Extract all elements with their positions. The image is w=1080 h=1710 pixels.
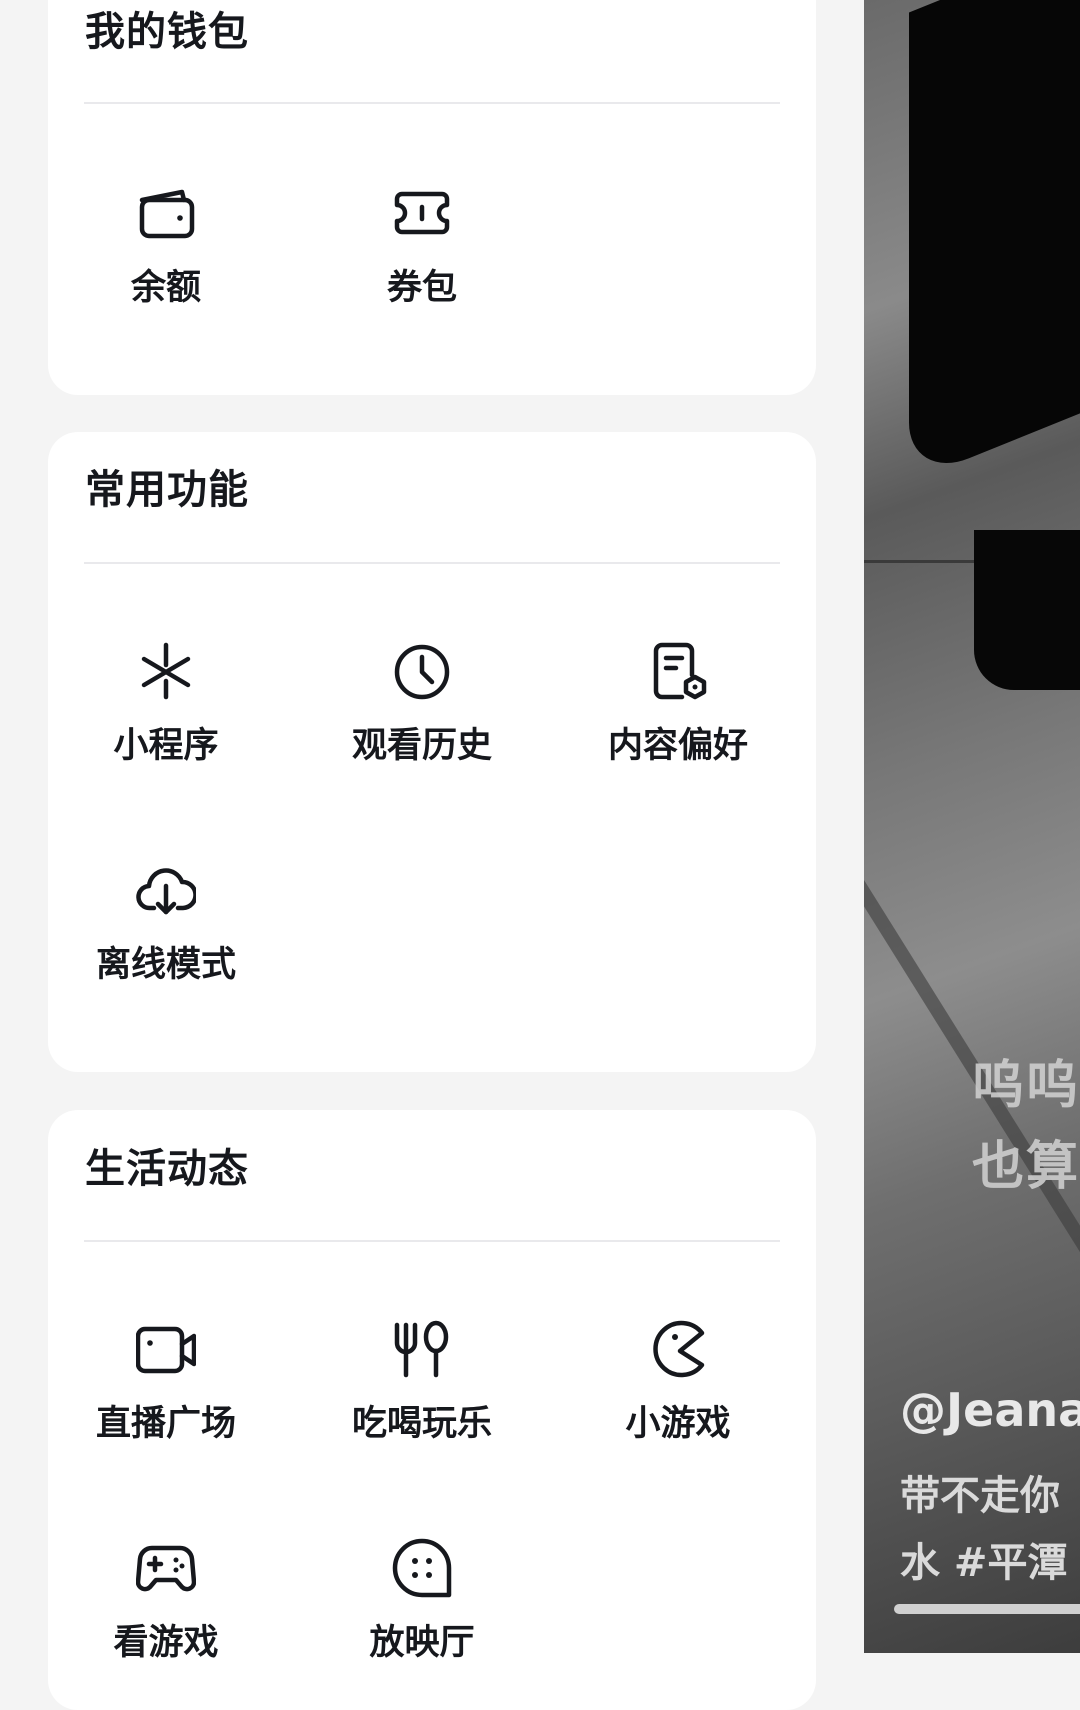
video-caption-line1: 呜呜 [972,1056,1080,1116]
offline-mode-button[interactable]: 离线模式 [56,860,276,1010]
video-author[interactable]: @Jeana [900,1383,1080,1437]
mini-program-label: 小程序 [113,726,219,766]
wallet-title: 我的钱包 [85,9,249,55]
wallet-card: 我的钱包 余额 券包 [48,0,816,395]
mini-program-button[interactable]: 小程序 [56,641,276,791]
live-square-button[interactable]: 直播广场 [56,1319,276,1469]
clock-icon [392,641,452,701]
fork-spoon-icon [392,1319,452,1379]
life-updates-divider [84,1240,780,1242]
life-updates-card: 生活动态 直播广场 吃喝玩乐 小游戏 看游戏 放映厅 [48,1110,816,1710]
video-frame-shape [909,0,1080,483]
video-camera-icon [136,1319,196,1379]
pacman-icon [648,1319,708,1379]
live-square-label: 直播广场 [95,1404,236,1444]
common-functions-title: 常用功能 [85,467,249,513]
watch-games-label: 看游戏 [113,1623,219,1663]
wallet-divider [84,102,780,104]
mini-program-icon [136,641,196,701]
ticket-icon [392,183,452,243]
watch-history-button[interactable]: 观看历史 [312,641,532,791]
drawer-panel: 我的钱包 余额 券包 常用功能 小程序 观看历史 内容偏好 离线模式 生活动态 … [0,0,864,1710]
offline-mode-label: 离线模式 [95,945,236,985]
balance-label: 余额 [130,268,201,308]
wallet-icon [136,183,196,243]
life-updates-title: 生活动态 [85,1146,249,1192]
video-frame-shape-lower [974,530,1080,690]
watch-history-label: 观看历史 [351,726,492,766]
food-fun-button[interactable]: 吃喝玩乐 [312,1319,532,1469]
video-description-line2: 水 #平潭 [900,1540,1068,1586]
balance-button[interactable]: 余额 [56,183,276,333]
content-preference-button[interactable]: 内容偏好 [568,641,788,791]
video-progress-bar[interactable] [894,1604,1080,1614]
watch-games-button[interactable]: 看游戏 [56,1538,276,1688]
video-description-line1: 带不走你 [900,1473,1060,1519]
gamepad-icon [136,1538,196,1598]
food-fun-label: 吃喝玩乐 [351,1404,492,1444]
screening-hall-label: 放映厅 [369,1623,475,1663]
coupon-button[interactable]: 券包 [312,183,532,333]
common-functions-card: 常用功能 小程序 观看历史 内容偏好 离线模式 [48,432,816,1072]
screening-hall-button[interactable]: 放映厅 [312,1538,532,1688]
common-functions-divider [84,562,780,564]
coupon-label: 券包 [386,268,457,308]
mini-games-button[interactable]: 小游戏 [568,1319,788,1469]
video-preview[interactable]: 呜呜 也算 @Jeana 带不走你 水 #平潭 [864,0,1080,1653]
film-reel-icon [392,1538,452,1598]
video-caption-line2: 也算 [972,1137,1080,1197]
content-preference-label: 内容偏好 [607,726,748,766]
cloud-download-icon [136,860,196,920]
mini-games-label: 小游戏 [625,1404,731,1444]
document-settings-icon [648,641,708,701]
